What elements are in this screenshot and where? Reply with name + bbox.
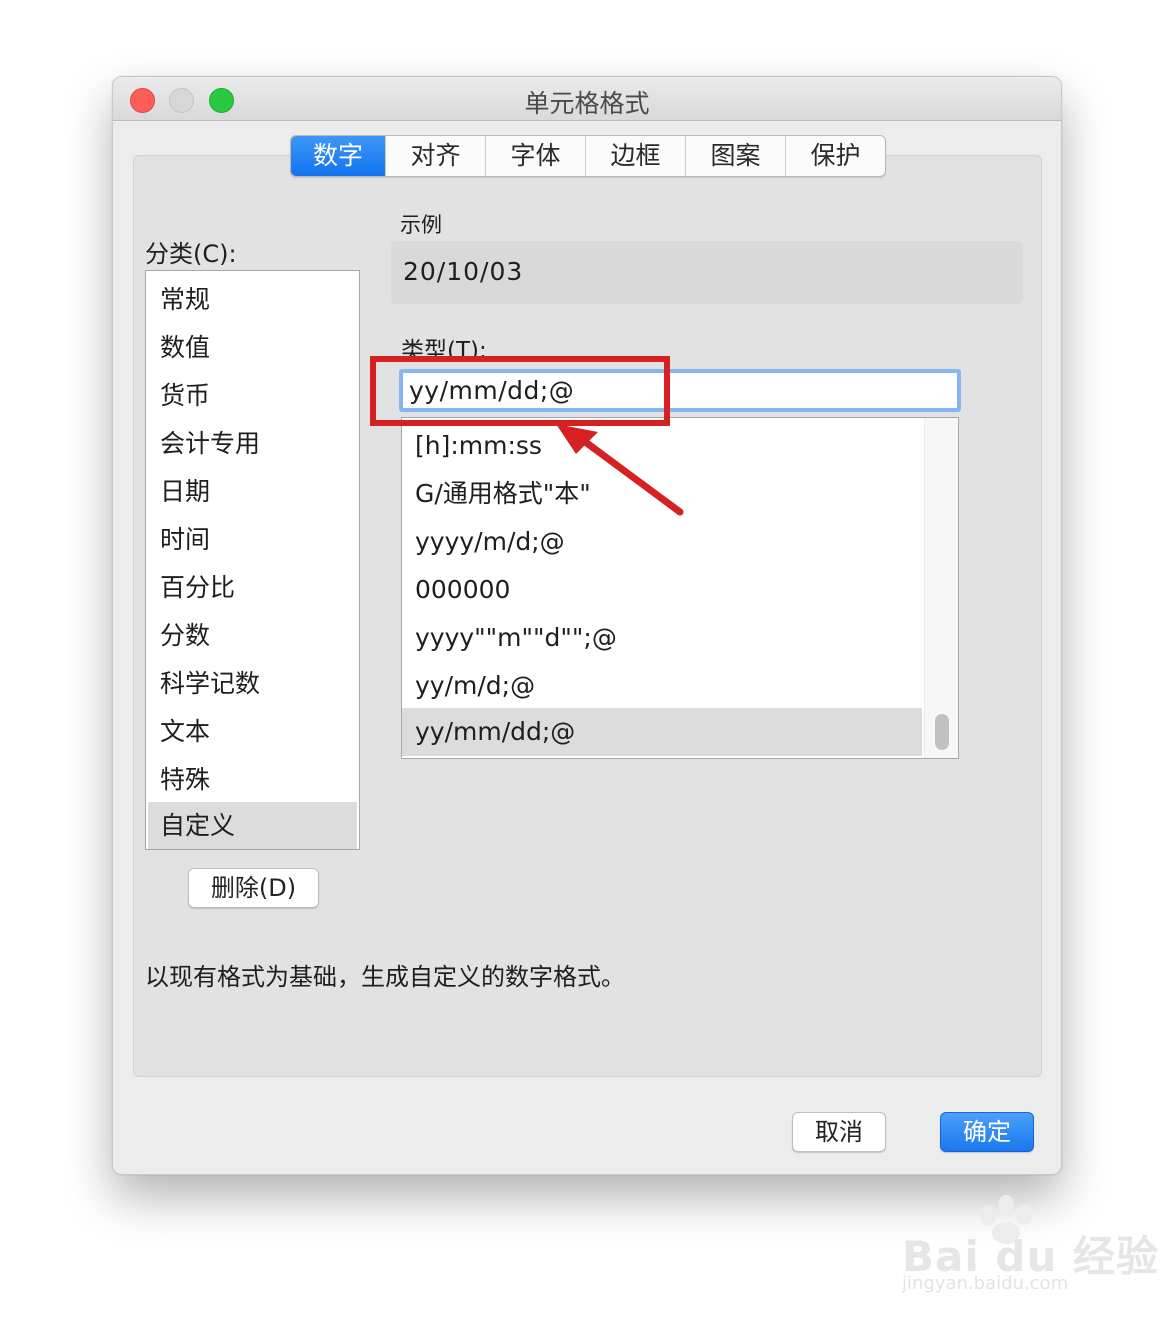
watermark-url: jingyan.baidu.com bbox=[902, 1273, 1069, 1294]
tab-border[interactable]: 边框 bbox=[585, 136, 685, 176]
format-cells-dialog: 单元格格式 数字 对齐 字体 边框 图案 保护 分类(C): 常规 数值 货币 … bbox=[112, 76, 1062, 1175]
category-item-accounting[interactable]: 会计专用 bbox=[148, 420, 357, 468]
category-item-date[interactable]: 日期 bbox=[148, 468, 357, 516]
window-title: 单元格格式 bbox=[524, 89, 650, 118]
category-item-custom[interactable]: 自定义 bbox=[148, 802, 357, 849]
type-item[interactable]: yyyy/m/d;@ bbox=[402, 518, 922, 566]
category-item-scientific[interactable]: 科学记数 bbox=[148, 660, 357, 708]
category-item-number[interactable]: 数值 bbox=[148, 324, 357, 372]
type-list-scrollbar[interactable] bbox=[924, 418, 958, 758]
ok-button[interactable]: 确定 bbox=[940, 1112, 1034, 1152]
cancel-button[interactable]: 取消 bbox=[792, 1112, 886, 1152]
annotation-arrow-icon bbox=[556, 424, 684, 516]
title-bar[interactable]: 单元格格式 bbox=[113, 77, 1061, 121]
sample-label: 示例 bbox=[400, 213, 442, 237]
delete-button[interactable]: 删除(D) bbox=[188, 868, 319, 908]
category-item-text[interactable]: 文本 bbox=[148, 708, 357, 756]
type-item[interactable]: yyyy""m""d"";@ bbox=[402, 614, 922, 662]
category-item-currency[interactable]: 货币 bbox=[148, 372, 357, 420]
tab-number[interactable]: 数字 bbox=[291, 136, 385, 176]
category-item-special[interactable]: 特殊 bbox=[148, 756, 357, 804]
category-list[interactable]: 常规 数值 货币 会计专用 日期 时间 百分比 分数 科学记数 文本 特殊 自定… bbox=[145, 270, 360, 850]
tab-protection[interactable]: 保护 bbox=[785, 136, 885, 176]
tab-pattern[interactable]: 图案 bbox=[685, 136, 785, 176]
type-item-selected[interactable]: yy/mm/dd;@ bbox=[402, 708, 922, 756]
category-item-general[interactable]: 常规 bbox=[148, 276, 357, 324]
type-item[interactable]: yy/m/d;@ bbox=[402, 662, 922, 710]
category-item-percentage[interactable]: 百分比 bbox=[148, 564, 357, 612]
category-item-fraction[interactable]: 分数 bbox=[148, 612, 357, 660]
tab-bar: 数字 对齐 字体 边框 图案 保护 bbox=[290, 135, 886, 177]
format-description: 以现有格式为基础，生成自定义的数字格式。 bbox=[145, 963, 625, 991]
sample-value: 20/10/03 bbox=[403, 257, 524, 286]
sample-preview: 20/10/03 bbox=[391, 241, 1023, 304]
category-item-time[interactable]: 时间 bbox=[148, 516, 357, 564]
baidu-watermark: Bai du 经验 jingyan.baidu.com bbox=[898, 1195, 1158, 1300]
tab-alignment[interactable]: 对齐 bbox=[385, 136, 485, 176]
type-item[interactable]: 000000 bbox=[402, 566, 922, 614]
category-label: 分类(C): bbox=[145, 240, 237, 268]
tab-font[interactable]: 字体 bbox=[485, 136, 585, 176]
scrollbar-thumb[interactable] bbox=[935, 714, 949, 750]
